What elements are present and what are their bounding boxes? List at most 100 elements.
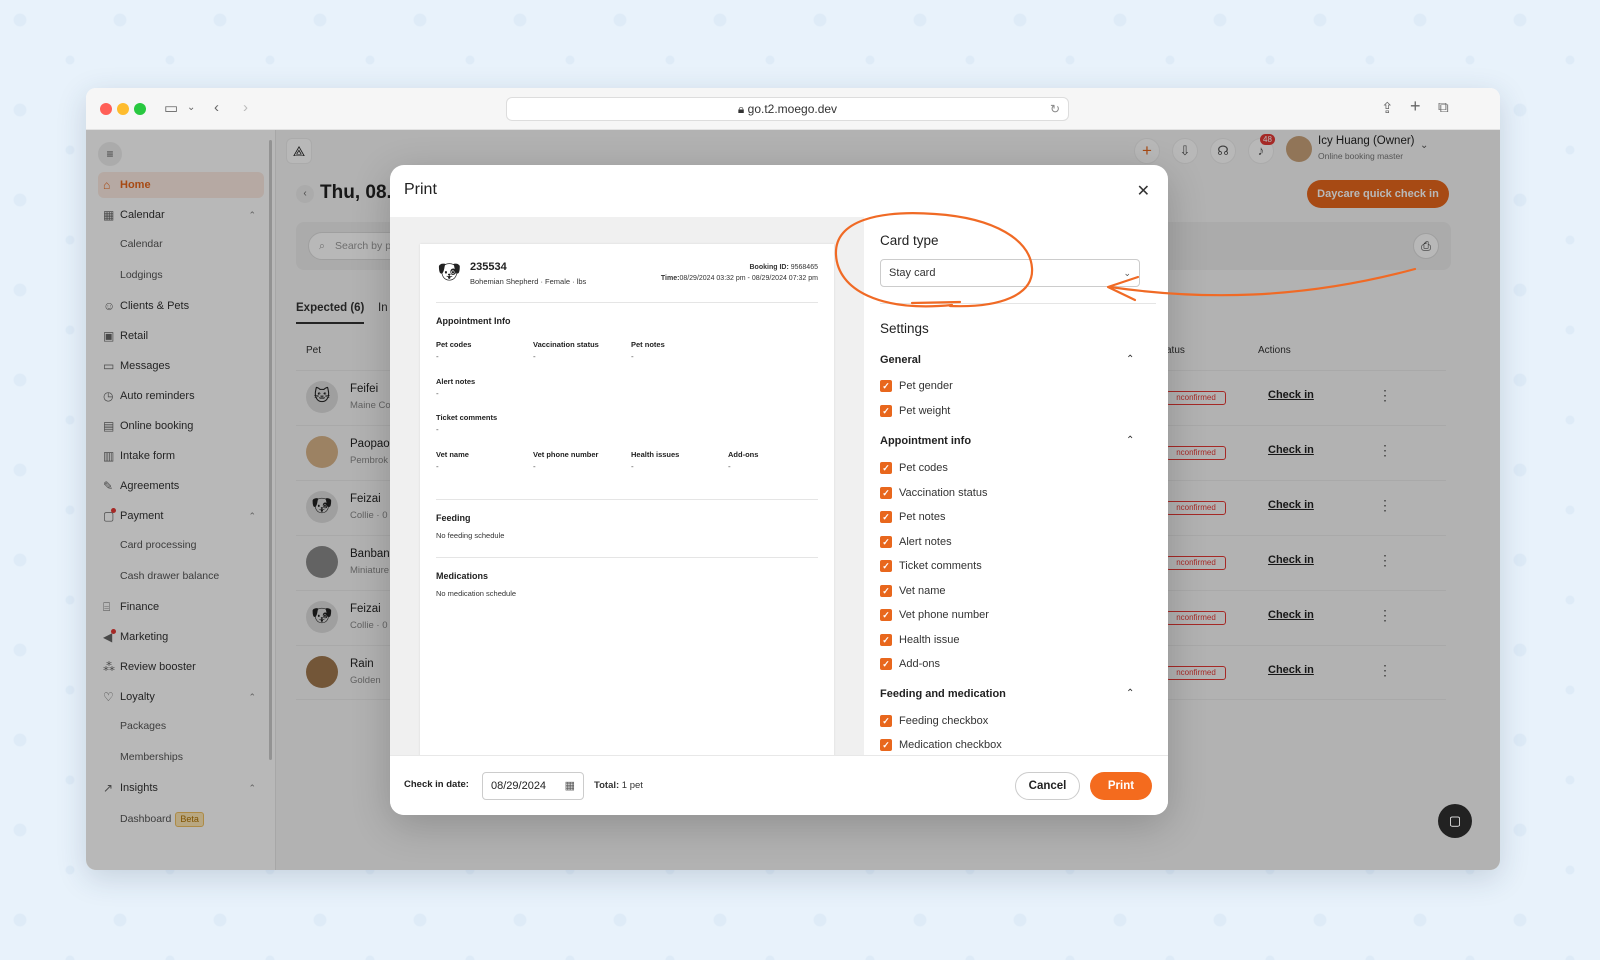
checkbox-checked-icon: ✓ <box>880 634 892 646</box>
share-icon[interactable]: ⇪ <box>1381 99 1394 117</box>
checkbox-label: Pet gender <box>899 380 953 392</box>
pet-codes-value: - <box>436 352 439 361</box>
checkbox-health-issue[interactable]: ✓ Health issue <box>880 633 960 647</box>
checkbox-checked-icon: ✓ <box>880 560 892 572</box>
checkbox-pet-weight[interactable]: ✓ Pet weight <box>880 404 950 418</box>
chat-icon[interactable]: ▢ <box>1438 804 1472 838</box>
checkbox-label: Pet codes <box>899 462 948 474</box>
checkbox-checked-icon: ✓ <box>880 715 892 727</box>
medication-note: No medication schedule <box>436 589 517 598</box>
feeding-heading: Feeding <box>436 513 471 523</box>
checkbox-label: Vet phone number <box>899 609 989 621</box>
group-feeding-medication[interactable]: Feeding and medication <box>880 688 1006 700</box>
checkbox-label: Medication checkbox <box>899 739 1002 751</box>
checkbox-vet-phone[interactable]: ✓ Vet phone number <box>880 608 989 622</box>
checkbox-vaccination-status[interactable]: ✓ Vaccination status <box>880 486 987 500</box>
checkin-date-input[interactable]: 08/29/2024 ▦ <box>482 772 584 800</box>
reload-icon[interactable]: ↻ <box>1050 98 1060 120</box>
checkbox-pet-gender[interactable]: ✓ Pet gender <box>880 379 953 393</box>
settings-panel: Card type Stay card ⌄ Settings General ⌃… <box>864 217 1168 755</box>
checkbox-add-ons[interactable]: ✓ Add-ons <box>880 657 940 671</box>
vet-phone-label: Vet phone number <box>533 450 599 459</box>
calendar-icon: ▦ <box>564 780 575 792</box>
total-value: 1 pet <box>621 780 643 791</box>
checkbox-checked-icon: ✓ <box>880 511 892 523</box>
pet-notes-label: Pet notes <box>631 340 665 349</box>
checkbox-alert-notes[interactable]: ✓ Alert notes <box>880 535 952 549</box>
checkbox-label: Pet weight <box>899 405 951 417</box>
checkbox-pet-codes[interactable]: ✓ Pet codes <box>880 461 948 475</box>
new-tab-icon[interactable]: + <box>1410 96 1421 117</box>
divider <box>436 302 818 303</box>
maximize-window-icon[interactable] <box>134 103 146 115</box>
checkbox-checked-icon: ✓ <box>880 609 892 621</box>
dog-icon: 🐶︎ <box>438 262 461 282</box>
vaccination-status-label: Vaccination status <box>533 340 599 349</box>
appointment-info-heading: Appointment Info <box>436 316 511 326</box>
checkbox-vet-name[interactable]: ✓ Vet name <box>880 584 945 598</box>
print-preview-area: 🐶︎ 235534 Bohemian Shepherd · Female · l… <box>390 217 864 764</box>
preview-card: 🐶︎ 235534 Bohemian Shepherd · Female · l… <box>420 244 834 764</box>
minimize-window-icon[interactable] <box>117 103 129 115</box>
card-type-heading: Card type <box>880 233 939 248</box>
health-issues-value: - <box>631 462 634 471</box>
checkbox-label: Health issue <box>899 634 960 646</box>
alert-notes-label: Alert notes <box>436 377 476 386</box>
group-general[interactable]: General <box>880 354 921 366</box>
time-value: 08/29/2024 03:32 pm - 08/29/2024 07:32 p… <box>679 275 818 282</box>
checkbox-label: Vet name <box>899 585 946 597</box>
chevron-down-icon[interactable]: ⌄ <box>187 102 195 113</box>
alert-notes-value: - <box>436 389 439 398</box>
time-label: Time: <box>660 275 680 282</box>
booking-id-label: Booking ID: <box>749 264 789 271</box>
group-appointment-info[interactable]: Appointment info <box>880 435 971 447</box>
addons-value: - <box>728 462 731 471</box>
total-count: Total: 1 pet <box>594 780 643 791</box>
chevron-up-icon[interactable]: ⌃ <box>1126 435 1134 446</box>
checkbox-label: Ticket comments <box>899 560 982 572</box>
vet-phone-value: - <box>533 462 536 471</box>
forward-arrow-icon[interactable]: › <box>243 99 248 116</box>
url-bar[interactable]: 🔒︎ go.t2.moego.dev ↻ <box>506 97 1069 121</box>
print-button[interactable]: Print <box>1090 772 1152 800</box>
checkbox-label: Vaccination status <box>899 487 988 499</box>
divider <box>880 303 1156 304</box>
back-arrow-icon[interactable]: ‹ <box>214 99 219 116</box>
checkbox-feeding[interactable]: ✓ Feeding checkbox <box>880 714 988 728</box>
checkbox-label: Alert notes <box>899 536 952 548</box>
tabs-overview-icon[interactable]: ⧉ <box>1438 99 1449 116</box>
lock-icon: 🔒︎ <box>737 102 745 116</box>
checkbox-checked-icon: ✓ <box>880 380 892 392</box>
addons-label: Add-ons <box>728 450 759 459</box>
divider <box>436 557 818 558</box>
checkbox-checked-icon: ✓ <box>880 405 892 417</box>
card-type-value: Stay card <box>889 267 936 279</box>
medications-heading: Medications <box>436 571 489 581</box>
checkbox-pet-notes[interactable]: ✓ Pet notes <box>880 510 945 524</box>
total-label: Total: <box>594 780 620 791</box>
chevron-up-icon[interactable]: ⌃ <box>1126 354 1134 365</box>
vet-name-value: - <box>436 462 439 471</box>
checkbox-checked-icon: ✓ <box>880 585 892 597</box>
booking-id: Booking ID: 9568465 <box>750 264 819 271</box>
checkbox-ticket-comments[interactable]: ✓ Ticket comments <box>880 559 982 573</box>
checkbox-checked-icon: ✓ <box>880 462 892 474</box>
checkbox-checked-icon: ✓ <box>880 487 892 499</box>
dialog-footer: Check in date: 08/29/2024 ▦ Total: 1 pet… <box>390 755 1168 815</box>
sidebar-toggle-icon[interactable]: ▭ <box>164 99 178 117</box>
print-dialog: Print ✕ 🐶︎ 235534 Bohemian Shepherd · Fe… <box>390 165 1168 815</box>
cancel-button[interactable]: Cancel <box>1015 772 1080 800</box>
ticket-comments-value: - <box>436 425 439 434</box>
checkbox-checked-icon: ✓ <box>880 739 892 751</box>
pet-notes-value: - <box>631 352 634 361</box>
chevron-up-icon[interactable]: ⌃ <box>1126 688 1134 699</box>
health-issues-label: Health issues <box>631 450 680 459</box>
booking-id-value: 9568465 <box>790 264 818 271</box>
card-type-select[interactable]: Stay card ⌄ <box>880 259 1140 287</box>
checkbox-medication[interactable]: ✓ Medication checkbox <box>880 738 1002 752</box>
checkbox-label: Add-ons <box>899 658 940 670</box>
divider <box>436 499 818 500</box>
close-window-icon[interactable] <box>100 103 112 115</box>
vaccination-status-value: - <box>533 352 536 361</box>
close-icon[interactable]: ✕ <box>1137 181 1150 201</box>
